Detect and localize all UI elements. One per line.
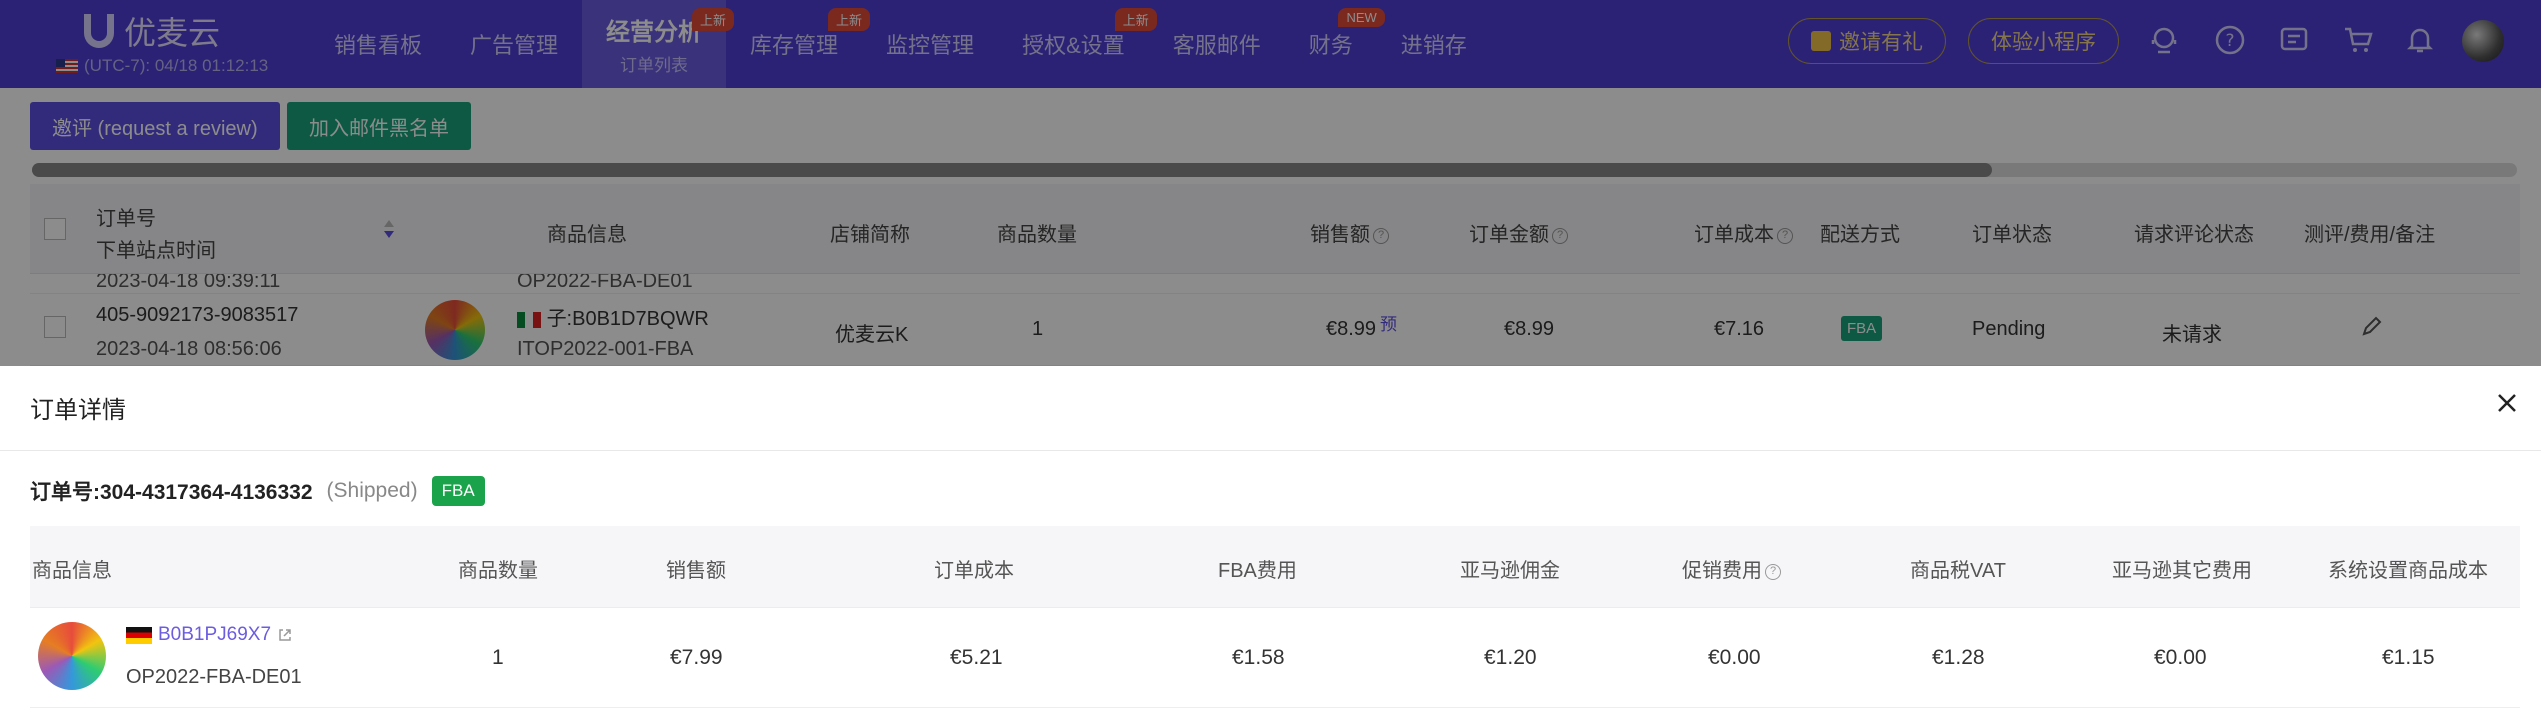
col-system-cost: 系统设置商品成本 bbox=[2328, 560, 2488, 582]
order-summary: 订单号:304-4317364-4136332 (Shipped) FBA bbox=[30, 476, 485, 506]
order-detail-panel: 订单详情 订单号:304-4317364-4136332 (Shipped) F… bbox=[0, 366, 2541, 719]
product-thumbnail[interactable] bbox=[38, 622, 106, 690]
product-sku: OP2022-FBA-DE01 bbox=[126, 666, 302, 688]
detail-order-status: (Shipped) bbox=[326, 479, 418, 502]
col-vat: 商品税VAT bbox=[1910, 560, 2006, 582]
modal-backdrop[interactable] bbox=[0, 0, 2541, 366]
sales: €7.99 bbox=[670, 646, 723, 669]
col-qty: 商品数量 bbox=[458, 560, 538, 582]
close-icon[interactable] bbox=[2490, 386, 2524, 420]
panel-divider bbox=[0, 450, 2541, 451]
col-other-fees: 亚马逊其它费用 bbox=[2112, 560, 2252, 582]
col-fba-fee: FBA费用 bbox=[1218, 560, 1297, 582]
detail-order-number: 订单号:304-4317364-4136332 bbox=[30, 481, 313, 504]
col-sales: 销售额 bbox=[666, 560, 726, 582]
fba-badge: FBA bbox=[431, 476, 485, 506]
col-order-cost: 订单成本 bbox=[934, 560, 1014, 582]
other-fees: €0.00 bbox=[2154, 646, 2207, 669]
germany-flag-icon bbox=[126, 626, 152, 644]
amazon-commission: €1.20 bbox=[1484, 646, 1537, 669]
external-link-icon[interactable] bbox=[277, 627, 293, 643]
promotion-fee: €0.00 bbox=[1708, 646, 1761, 669]
table-row: B0B1PJ69X7 OP2022-FBA-DE01 1 €7.99 €5.21… bbox=[30, 608, 2520, 708]
qty: 1 bbox=[492, 646, 504, 669]
product-asin[interactable]: B0B1PJ69X7 bbox=[126, 624, 293, 646]
info-icon[interactable]: ? bbox=[1765, 563, 1781, 580]
col-amazon-commission: 亚马逊佣金 bbox=[1460, 560, 1560, 582]
panel-title: 订单详情 bbox=[30, 397, 126, 424]
col-product-info: 商品信息 bbox=[32, 560, 112, 582]
col-promotion-fee: 促销费用? bbox=[1682, 554, 1781, 583]
fba-fee: €1.58 bbox=[1232, 646, 1285, 669]
order-cost: €5.21 bbox=[950, 646, 1003, 669]
vat: €1.28 bbox=[1932, 646, 1985, 669]
detail-table-header: 商品信息 商品数量 销售额 订单成本 FBA费用 亚马逊佣金 促销费用? 商品税… bbox=[30, 526, 2520, 608]
system-cost: €1.15 bbox=[2382, 646, 2435, 669]
